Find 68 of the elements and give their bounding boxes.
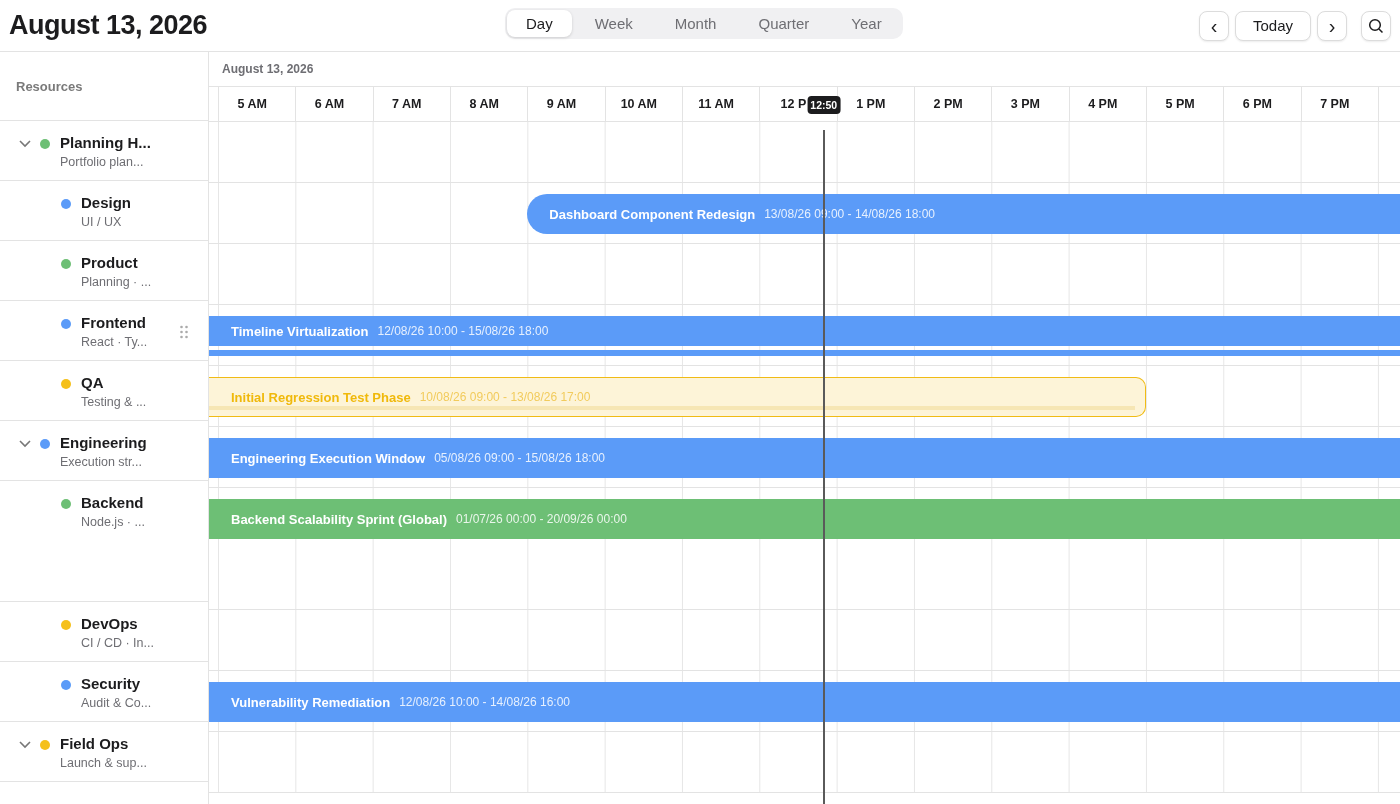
hour-label: 5 AM [237, 97, 267, 111]
drag-handle-icon[interactable] [178, 325, 190, 339]
view-tab[interactable]: Quarter [739, 10, 829, 37]
event-dates: 01/07/26 00:00 - 20/09/26 00:00 [456, 512, 627, 526]
resource-subtitle: CI / CD · In... [81, 636, 154, 650]
hour-label: 9 AM [546, 97, 577, 111]
hour-label: 4 PM [1088, 97, 1118, 111]
group-subtitle: Portfolio plan... [60, 155, 145, 169]
hour-label: 3 PM [1010, 97, 1041, 111]
event-dates: 12/08/26 10:00 - 15/08/26 18:00 [377, 324, 549, 338]
resource-subtitle: React · Ty... [81, 335, 148, 349]
group-name: Planning H... [60, 134, 151, 151]
group-subtitle: Launch & sup... [60, 756, 147, 770]
event-dates: 12/08/26 10:00 - 14/08/26 16:00 [399, 695, 570, 709]
hour-label: 11 AM [698, 97, 734, 111]
resource-name: Frontend [81, 314, 147, 331]
next-button[interactable]: › [1317, 10, 1347, 41]
today-button[interactable]: Today [1234, 10, 1311, 41]
search-button[interactable] [1361, 10, 1391, 41]
resource-subtitle: Node.js · ... [81, 515, 145, 529]
hour-label: 5 PM [1165, 97, 1195, 111]
event-title: Vulnerability Remediation [231, 694, 391, 710]
column-header: Resources [16, 78, 83, 94]
resource-row[interactable]: Frontend React · Ty... [0, 301, 208, 361]
hour-label: 7 AM [392, 97, 422, 111]
hour-label: 2 PM [933, 97, 963, 111]
view-tab[interactable]: Day [507, 10, 572, 37]
resource-name: Design [81, 194, 131, 211]
view-tab[interactable]: Year [832, 10, 901, 37]
hour-label: 12 P [780, 97, 807, 111]
resource-row[interactable]: Design UI / UX [0, 181, 208, 241]
resource-row[interactable]: Security Audit & Co... [0, 662, 208, 722]
resource-name: DevOps [81, 615, 139, 632]
event-title: Backend Scalability Sprint (Global) [231, 511, 447, 527]
group-name: Engineering [60, 434, 147, 451]
group-subtitle: Execution str... [60, 455, 143, 469]
resource-subtitle: Testing & ... [81, 395, 147, 409]
resource-row[interactable]: DevOps CI / CD · In... [0, 602, 208, 662]
current-time-badge: 12:50 [807, 96, 841, 114]
hour-label: 6 PM [1242, 97, 1272, 111]
resource-row[interactable]: Backend Node.js · ... [0, 481, 208, 602]
event-title: Dashboard Component Redesign [549, 206, 756, 222]
hour-label: 10 AM [620, 97, 657, 111]
hour-label: 6 AM [314, 97, 345, 111]
resource-name: Security [81, 675, 142, 692]
resource-row[interactable]: Product Planning · ... [0, 241, 208, 301]
resource-name: Backend [81, 494, 145, 511]
page-title: August 13, 2026 [9, 10, 208, 41]
resource-row[interactable]: QA Testing & ... [0, 361, 208, 421]
previous-button[interactable]: ‹ [1198, 10, 1229, 41]
event-dates: 10/08/26 09:00 - 13/08/26 17:00 [419, 390, 591, 404]
view-tab[interactable]: Month [655, 10, 736, 37]
search-icon [1368, 17, 1384, 34]
event-dates: 05/08/26 09:00 - 15/08/26 18:00 [434, 451, 605, 465]
event-title: Timeline Virtualization [231, 323, 369, 339]
event-title: Initial Regression Test Phase [231, 389, 411, 405]
resource-name: QA [81, 374, 105, 391]
date-label: August 13, 2026 [222, 62, 314, 76]
resource-subtitle: Audit & Co... [81, 696, 152, 710]
resource-subtitle: Planning · ... [81, 275, 152, 289]
hour-label: 8 AM [469, 97, 499, 111]
event-title: Engineering Execution Window [231, 450, 426, 466]
hour-label: 1 PM [856, 97, 886, 111]
resource-subtitle: UI / UX [81, 215, 123, 229]
resource-name: Product [81, 254, 139, 271]
hour-label: 7 PM [1320, 97, 1350, 111]
view-tab[interactable]: Week [575, 10, 652, 37]
group-name: Field Ops [60, 735, 130, 752]
